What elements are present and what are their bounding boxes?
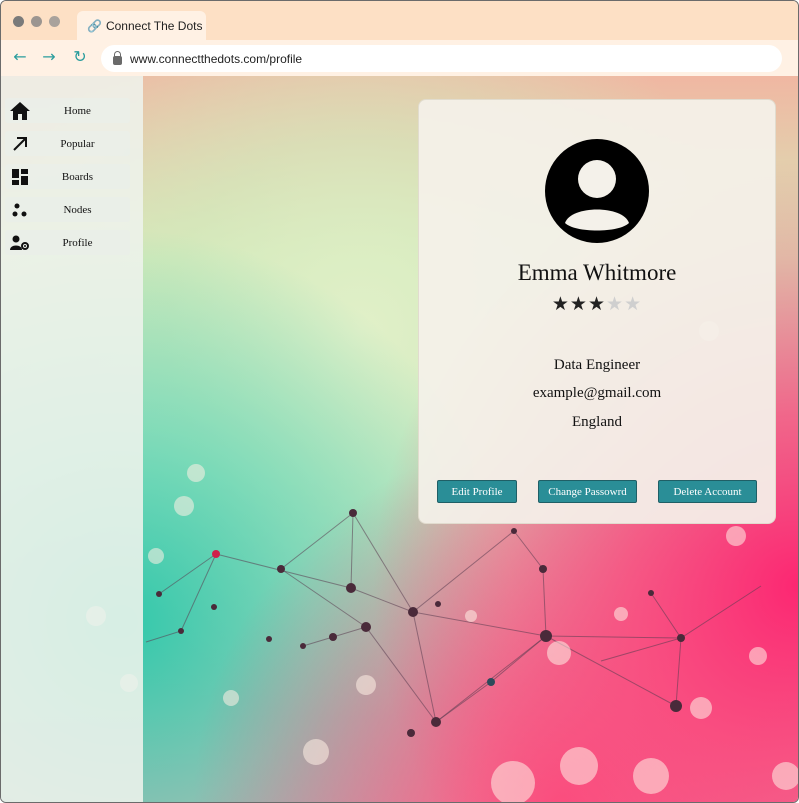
minimize-window-dot[interactable] bbox=[31, 16, 42, 27]
page-content: Home Popular Boards Nodes Profile Emma W… bbox=[1, 76, 798, 802]
address-bar[interactable] bbox=[101, 45, 782, 72]
delete-account-button[interactable]: Delete Account bbox=[658, 480, 757, 503]
profile-email: example@gmail.com bbox=[532, 385, 662, 401]
profile-name: Emma Whitmore bbox=[517, 260, 677, 285]
sidebar-item-label: Boards bbox=[61, 170, 94, 183]
edit-profile-button[interactable]: Edit Profile bbox=[437, 480, 517, 503]
sidebar-item-nodes[interactable]: Nodes bbox=[5, 197, 130, 222]
close-window-dot[interactable] bbox=[13, 16, 24, 27]
rating-stars: ★★★★★ bbox=[419, 293, 775, 315]
sidebar-item-home[interactable]: Home bbox=[5, 98, 130, 123]
url-input[interactable] bbox=[130, 51, 730, 66]
profile-settings-icon bbox=[5, 235, 35, 251]
sidebar-item-label: Profile bbox=[62, 236, 93, 249]
maximize-window-dot[interactable] bbox=[49, 16, 60, 27]
forward-arrow-icon[interactable]: → bbox=[39, 47, 59, 67]
avatar-icon bbox=[545, 139, 649, 243]
star-icon-empty: ★ bbox=[624, 293, 643, 315]
browser-window: 🔗 Connect The Dots ← → ↻ www.connectthed… bbox=[0, 0, 799, 803]
sidebar-item-boards[interactable]: Boards bbox=[5, 164, 130, 189]
star-icon-filled: ★ bbox=[569, 293, 588, 315]
sidebar-item-label: Nodes bbox=[63, 203, 92, 216]
sidebar-item-label: Home bbox=[64, 104, 91, 117]
back-arrow-icon[interactable]: ← bbox=[10, 47, 30, 67]
star-icon-empty: ★ bbox=[606, 293, 625, 315]
sidebar-item-popular[interactable]: Popular bbox=[5, 131, 130, 156]
link-icon: 🔗 bbox=[87, 18, 102, 33]
trending-arrow-icon bbox=[5, 135, 35, 153]
profile-card: Emma Whitmore ★★★★★ Data Engineer exampl… bbox=[418, 99, 776, 524]
home-icon bbox=[5, 101, 35, 121]
profile-role: Data Engineer bbox=[553, 357, 641, 373]
star-icon-filled: ★ bbox=[587, 293, 607, 315]
tab-title: Connect The Dots bbox=[105, 18, 203, 33]
navigation-bar: ← → ↻ bbox=[1, 40, 798, 76]
dashboard-icon bbox=[5, 168, 35, 185]
reload-icon[interactable]: ↻ bbox=[70, 47, 90, 67]
change-password-button[interactable]: Change Passowrd bbox=[538, 480, 637, 503]
star-icon-filled: ★ bbox=[551, 293, 570, 315]
lock-icon bbox=[113, 50, 122, 65]
window-controls bbox=[13, 16, 60, 27]
profile-location: England bbox=[572, 414, 622, 430]
sidebar: Home Popular Boards Nodes Profile bbox=[1, 76, 143, 802]
sidebar-item-label: Popular bbox=[60, 137, 95, 150]
sidebar-item-profile[interactable]: Profile bbox=[5, 230, 130, 255]
title-bar: 🔗 Connect The Dots bbox=[1, 1, 798, 40]
browser-tab[interactable]: 🔗 Connect The Dots bbox=[77, 11, 206, 40]
nodes-icon bbox=[5, 202, 35, 218]
